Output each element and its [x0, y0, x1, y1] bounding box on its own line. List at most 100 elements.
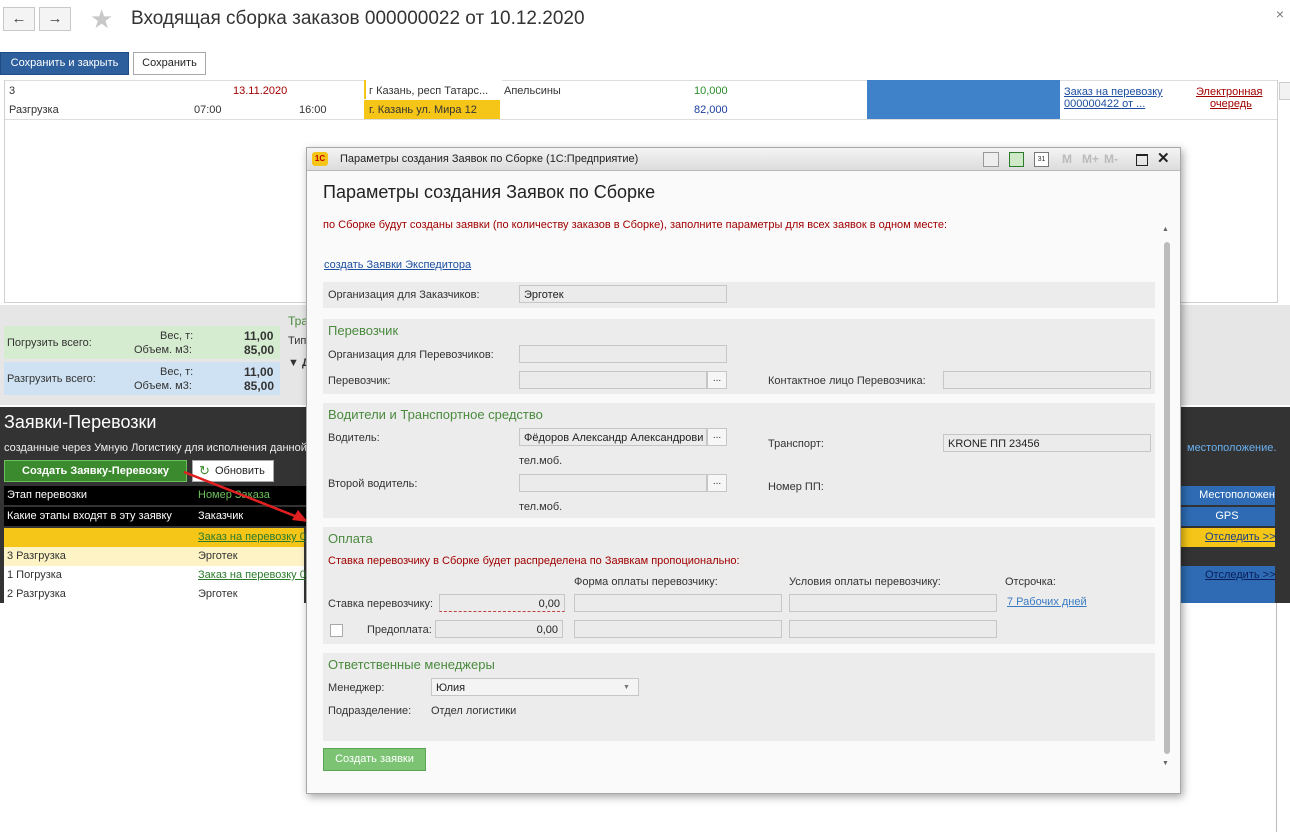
second-driver-label: Второй водитель:	[328, 478, 418, 490]
payment-section-title: Оплата	[328, 531, 373, 546]
col-location[interactable]: Местоположен	[1179, 486, 1275, 505]
queue-link-2[interactable]: очередь	[1210, 98, 1252, 110]
prepay-label: Предоплата:	[367, 624, 432, 636]
unload-volume: 85,00	[244, 379, 275, 393]
print-icon[interactable]	[983, 152, 999, 167]
order-link[interactable]: Заказ на перевозку	[1064, 86, 1163, 98]
manager-field[interactable]: Юлия	[431, 678, 639, 696]
transport-field[interactable]: KRONE ПП 23456	[943, 434, 1151, 452]
row-time-to: 16:00	[299, 104, 327, 116]
drivers-section: Водители и Транспортное средство Водител…	[323, 403, 1155, 518]
second-driver-select-button[interactable]: ...	[707, 474, 727, 492]
carrier-section: Перевозчик Организация для Перевозчиков:…	[323, 319, 1155, 394]
weight-label-2: Вес, т:	[160, 366, 194, 378]
order-link-number[interactable]: 000000422 от ...	[1064, 98, 1145, 110]
org-carriers-label: Организация для Перевозчиков:	[328, 349, 494, 361]
forward-button[interactable]: →	[39, 7, 71, 31]
queue-link[interactable]: Электронная	[1196, 86, 1263, 98]
row-address: г Казань, респ Татарс...	[369, 85, 489, 97]
drivers-section-title: Водители и Транспортное средство	[328, 407, 543, 422]
dialog-scrollbar[interactable]	[1164, 242, 1170, 754]
app-logo-icon: 1C	[312, 152, 328, 166]
org-customers-field[interactable]: Эрготек	[519, 285, 727, 303]
create-transport-request-button[interactable]: Создать Заявку-Перевозку	[4, 460, 187, 482]
scrollbar-up[interactable]	[1279, 82, 1290, 100]
save-and-close-button[interactable]: Сохранить и закрыть	[0, 52, 129, 75]
expeditor-link[interactable]: создать Заявки Экспедитора	[324, 259, 471, 271]
close-icon[interactable]: ✕	[1157, 149, 1170, 167]
driver-select-button[interactable]: ...	[707, 428, 727, 446]
row-date: 13.11.2020	[233, 85, 288, 97]
trailer-number-label: Номер ПП:	[768, 481, 824, 493]
star-icon[interactable]: ★	[90, 4, 113, 35]
prepay-form-field[interactable]	[574, 620, 782, 638]
unload-label: Разгрузить всего:	[7, 373, 96, 385]
order-link[interactable]: Заказ на перевозку 0	[198, 528, 306, 547]
row-customer: Эрготек	[198, 588, 238, 600]
delay-link[interactable]: 7 Рабочих дней	[1007, 596, 1087, 608]
weight-label: Вес, т:	[160, 330, 194, 342]
col-gps[interactable]: GPS	[1179, 507, 1275, 526]
dialog-notice: по Сборке будут созданы заявки (по колич…	[323, 219, 948, 231]
calendar-icon[interactable]: 31	[1034, 152, 1049, 167]
pay-terms-field[interactable]	[789, 594, 997, 612]
close-icon[interactable]: ×	[1276, 6, 1284, 22]
save-button[interactable]: Сохранить	[133, 52, 206, 75]
pay-form-field[interactable]	[574, 594, 782, 612]
requests-title: Заявки-Перевозки	[4, 412, 157, 432]
row-number: 3	[9, 85, 16, 97]
load-label: Погрузить всего:	[7, 337, 92, 349]
delay-label: Отсрочка:	[1005, 576, 1056, 588]
memory-minus-icon[interactable]: M-	[1104, 152, 1118, 166]
department-label: Подразделение:	[328, 705, 412, 717]
col-stages-included[interactable]: Какие этапы входят в эту заявку	[4, 507, 195, 526]
load-volume: 85,00	[244, 343, 275, 357]
dialog-window-title: Параметры создания Заявок по Сборке (1С:…	[340, 153, 639, 165]
manager-label: Менеджер:	[328, 682, 385, 694]
carrier-select-button[interactable]: ...	[707, 371, 727, 389]
payment-note: Ставка перевозчику в Сборке будет распре…	[328, 555, 740, 567]
row-quantity: 10,000	[694, 85, 728, 97]
col-stage[interactable]: Этап перевозки	[4, 486, 195, 505]
unload-summary: Разгрузить всего: Вес, т: Объем. м3: 11,…	[4, 362, 280, 395]
row-stage: 2 Разгрузка	[7, 588, 66, 600]
dialog-heading: Параметры создания Заявок по Сборке	[323, 182, 656, 202]
prepay-field[interactable]: 0,00	[435, 620, 563, 638]
row-type: Разгрузка	[9, 104, 59, 116]
volume-label-2: Объем. м3:	[134, 380, 192, 392]
location-link[interactable]: местоположение.	[1187, 442, 1276, 454]
prepay-terms-field[interactable]	[789, 620, 997, 638]
back-button[interactable]: ←	[3, 7, 35, 31]
arrow-annotation-icon	[183, 470, 308, 522]
partial-type: Тип	[288, 335, 307, 347]
chevron-down-icon[interactable]: ▼	[623, 684, 630, 691]
row-cargo: Апельсины	[504, 85, 561, 97]
calculator-icon[interactable]	[1009, 152, 1024, 167]
row-stage: 3 Разгрузка	[7, 550, 66, 562]
department-value: Отдел логистики	[431, 705, 517, 717]
second-driver-field[interactable]	[519, 474, 707, 492]
memory-icon[interactable]: M	[1062, 152, 1072, 166]
row-customer: Эрготек	[198, 550, 238, 562]
create-requests-button[interactable]: Создать заявки	[323, 748, 426, 771]
prepay-checkbox[interactable]	[330, 624, 343, 637]
dialog-titlebar[interactable]: 1C Параметры создания Заявок по Сборке (…	[307, 148, 1180, 171]
track-link[interactable]: Отследить >>	[1205, 566, 1276, 585]
track-link[interactable]: Отследить >>	[1205, 528, 1276, 547]
scroll-up-icon[interactable]: ▲	[1162, 226, 1169, 233]
scroll-down-icon[interactable]: ▼	[1162, 760, 1169, 767]
memory-plus-icon[interactable]: M+	[1082, 152, 1099, 166]
carrier-field[interactable]	[519, 371, 707, 389]
unload-weight: 11,00	[244, 365, 274, 379]
order-link[interactable]: Заказ на перевозку 0	[198, 566, 306, 585]
carrier-section-title: Перевозчик	[328, 323, 399, 338]
row-time-from: 07:00	[194, 104, 222, 116]
carrier-contact-field[interactable]	[943, 371, 1151, 389]
rate-field[interactable]: 0,00	[439, 594, 565, 612]
pay-form-label: Форма оплаты перевозчику:	[574, 576, 718, 588]
managers-section: Ответственные менеджеры Менеджер: Юлия ▼…	[323, 653, 1155, 741]
maximize-icon[interactable]	[1136, 154, 1148, 166]
driver-field[interactable]: Фёдоров Александр Александрови	[519, 428, 707, 446]
org-carriers-field[interactable]	[519, 345, 727, 363]
arrow-left-icon: ←	[11, 10, 27, 27]
